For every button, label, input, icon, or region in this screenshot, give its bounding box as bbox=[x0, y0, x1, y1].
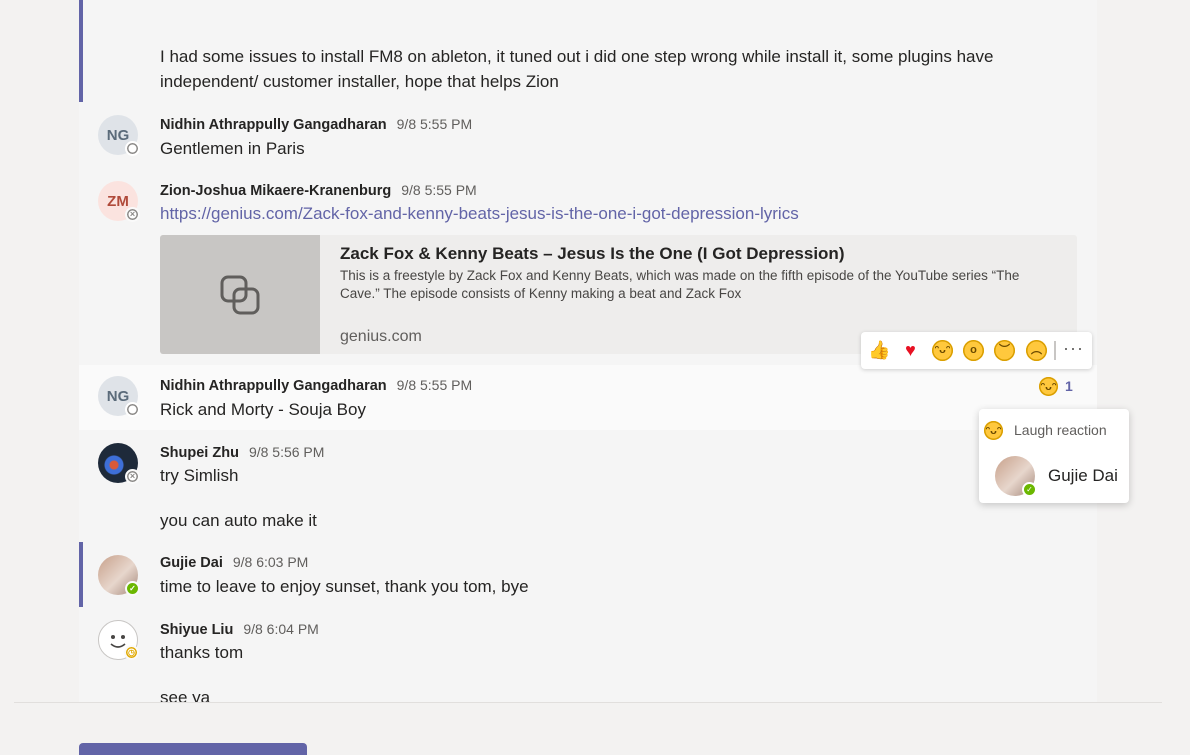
message-header: Gujie Dai 9/8 6:03 PM bbox=[160, 554, 308, 571]
like-reaction-icon[interactable]: 👍 bbox=[868, 340, 890, 361]
avatar[interactable]: ✓ bbox=[98, 555, 140, 596]
message-text: Rick and Morty - Souja Boy bbox=[160, 400, 366, 419]
chat-message[interactable]: ◷ Shiyue Liu 9/8 6:04 PM thanks tom see y… bbox=[79, 607, 1097, 703]
message-link[interactable]: https://genius.com/Zack-fox-and-kenny-be… bbox=[160, 204, 799, 224]
timestamp: 9/8 5:55 PM bbox=[396, 377, 473, 393]
avatar[interactable]: NG bbox=[98, 376, 140, 417]
timestamp: 9/8 5:56 PM bbox=[248, 444, 325, 460]
more-options-icon[interactable]: ··· bbox=[1063, 338, 1084, 359]
chat-message[interactable]: × Shupei Zhu 9/8 5:56 PM try Simlish you … bbox=[79, 430, 1097, 542]
message-text: thanks tom bbox=[160, 643, 244, 662]
status-offline-icon bbox=[125, 402, 140, 417]
reaction-separator bbox=[1054, 341, 1056, 360]
message-text: time to leave to enjoy sunset, thank you… bbox=[160, 577, 529, 596]
status-offline-icon bbox=[125, 141, 140, 156]
chat-message[interactable]: I had some issues to install FM8 on able… bbox=[79, 0, 1097, 102]
laugh-reaction-icon[interactable]: ᵔᴗᵔ bbox=[932, 340, 953, 361]
surprised-reaction-icon[interactable]: o bbox=[963, 340, 984, 361]
laugh-reaction-icon: ᵔᴗᵔ bbox=[1039, 377, 1058, 396]
chat-message[interactable]: NG Nidhin Athrappully Gangadharan 9/8 5:5… bbox=[79, 102, 1097, 168]
angry-reaction-icon[interactable]: ︵ bbox=[1026, 340, 1047, 361]
heart-reaction-icon[interactable]: ♥ bbox=[900, 340, 921, 361]
status-away-icon: ◷ bbox=[124, 645, 139, 660]
message-header: Shiyue Liu 9/8 6:04 PM bbox=[160, 621, 319, 638]
status-available-icon: ✓ bbox=[125, 581, 140, 596]
avatar[interactable]: × bbox=[98, 443, 140, 484]
author-name[interactable]: Shiyue Liu bbox=[160, 622, 233, 638]
author-name[interactable]: Nidhin Athrappully Gangadharan bbox=[160, 378, 387, 394]
message-text: independent/ customer installer, hope th… bbox=[160, 72, 559, 91]
status-available-icon: ✓ bbox=[1022, 482, 1037, 497]
link-thumbnail bbox=[160, 235, 320, 354]
message-header: Nidhin Athrappully Gangadharan 9/8 5:55 P… bbox=[160, 116, 472, 133]
message-header: Zion-Joshua Mikaere-Kranenburg 9/8 5:55 P… bbox=[160, 182, 477, 199]
card-title[interactable]: Zack Fox & Kenny Beats – Jesus Is the On… bbox=[340, 244, 844, 264]
timestamp: 9/8 5:55 PM bbox=[396, 116, 473, 132]
timestamp: 9/8 5:55 PM bbox=[401, 182, 477, 198]
timestamp: 9/8 6:04 PM bbox=[243, 621, 319, 637]
reaction-tooltip: ᵔᴗᵔ Laugh reaction ✓ Gujie Dai bbox=[979, 409, 1129, 503]
compose-divider bbox=[14, 702, 1162, 703]
laugh-reaction-icon: ᵔᴗᵔ bbox=[984, 421, 1003, 440]
author-name[interactable]: Nidhin Athrappully Gangadharan bbox=[160, 117, 387, 133]
sad-reaction-icon[interactable]: ︶ bbox=[994, 340, 1015, 361]
message-text: I had some issues to install FM8 on able… bbox=[160, 47, 994, 66]
avatar: ✓ bbox=[995, 456, 1037, 497]
message-header: Nidhin Athrappully Gangadharan 9/8 5:55 P… bbox=[160, 377, 472, 394]
reaction-count: 1 bbox=[1065, 378, 1073, 394]
reactor-name: Gujie Dai bbox=[1048, 466, 1118, 485]
message-text: Gentlemen in Paris bbox=[160, 139, 305, 158]
card-description: This is a freestyle by Zack Fox and Kenn… bbox=[340, 268, 1020, 301]
status-offline-icon: × bbox=[125, 469, 140, 484]
message-text: you can auto make it bbox=[160, 511, 317, 530]
author-name[interactable]: Shupei Zhu bbox=[160, 445, 239, 461]
chat-message[interactable]: ✓ Gujie Dai 9/8 6:03 PM time to leave to … bbox=[79, 542, 1097, 607]
author-name[interactable]: Zion-Joshua Mikaere-Kranenburg bbox=[160, 183, 391, 199]
card-domain: genius.com bbox=[340, 328, 422, 345]
avatar[interactable]: NG bbox=[98, 115, 140, 156]
new-conversation-button[interactable] bbox=[79, 743, 307, 755]
status-offline-icon: × bbox=[125, 207, 140, 222]
chat-message[interactable]: NG Nidhin Athrappully Gangadharan 9/8 5:5… bbox=[79, 365, 1097, 430]
avatar[interactable]: ◷ bbox=[98, 620, 139, 660]
author-name[interactable]: Gujie Dai bbox=[160, 555, 223, 571]
message-text: try Simlish bbox=[160, 466, 239, 485]
message-text: see ya bbox=[160, 688, 211, 703]
link-icon bbox=[220, 275, 260, 314]
avatar[interactable]: ZM × bbox=[98, 181, 140, 222]
timestamp: 9/8 6:03 PM bbox=[232, 554, 309, 570]
message-header: Shupei Zhu 9/8 5:56 PM bbox=[160, 444, 324, 461]
reaction-bar: 👍 ♥ ᵔᴗᵔ o ︶ ︵ ··· bbox=[861, 332, 1092, 369]
tooltip-label: Laugh reaction bbox=[1014, 422, 1107, 438]
